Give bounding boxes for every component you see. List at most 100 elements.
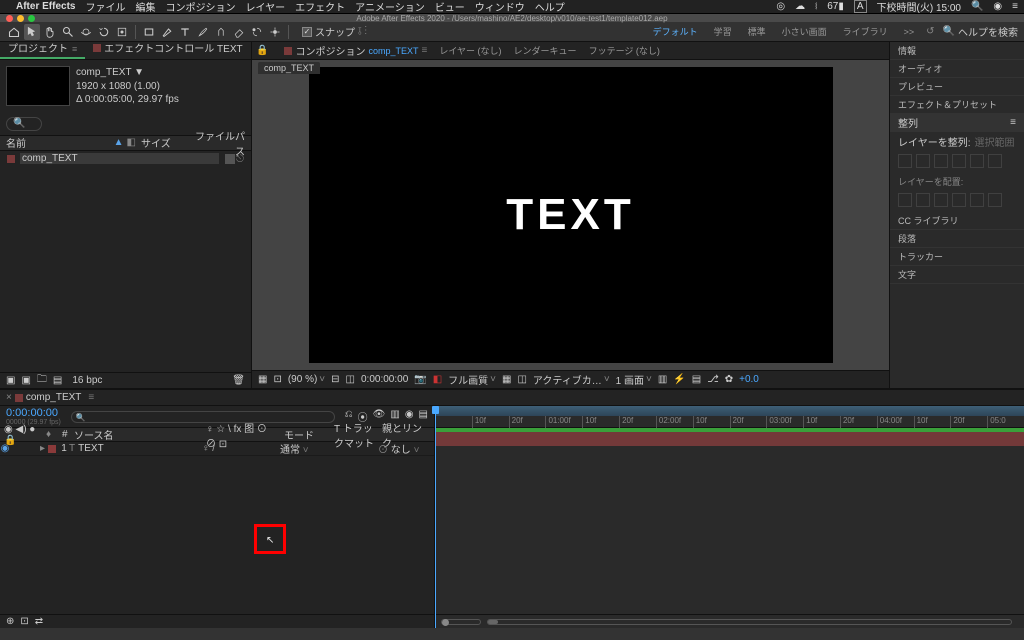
viewer-lock-icon[interactable]: 🔒 <box>256 45 268 56</box>
roi-icon[interactable]: ◫ <box>346 374 355 385</box>
panel-character[interactable]: 文字 <box>890 266 1024 284</box>
dist-hcenter-icon[interactable] <box>970 193 984 207</box>
panel-audio[interactable]: オーディオ <box>890 60 1024 78</box>
project-item-label[interactable] <box>225 154 235 164</box>
layer-bar[interactable] <box>435 432 1024 446</box>
exposure-reset-icon[interactable]: ✿ <box>725 374 733 385</box>
dist-top-icon[interactable] <box>898 193 912 207</box>
transparency-grid-icon[interactable]: ▦ <box>502 374 511 385</box>
workspace-learn[interactable]: 学習 <box>710 23 736 40</box>
menu-effect[interactable]: エフェクト <box>295 0 345 14</box>
composition-canvas[interactable]: TEXT <box>309 67 833 363</box>
notification-center-icon[interactable]: ≡ <box>1012 1 1018 12</box>
dist-right-icon[interactable] <box>988 193 1002 207</box>
snap-checkbox[interactable]: ✓ <box>302 27 312 37</box>
menu-file[interactable]: ファイル <box>85 0 125 14</box>
align-left-icon[interactable] <box>898 154 912 168</box>
current-timecode[interactable]: 0:00:00:00 <box>6 407 61 419</box>
col-label-icon[interactable]: ◧ <box>127 137 136 148</box>
mode-header[interactable]: モード <box>280 427 330 442</box>
project-settings-icon[interactable]: ▤ <box>53 375 62 386</box>
time-navigator[interactable] <box>435 406 1024 416</box>
zoom-dropdown[interactable]: (90 %) <box>288 374 325 385</box>
menu-view[interactable]: ビュー <box>435 0 465 14</box>
timeline-lock-icon[interactable]: × <box>6 392 12 403</box>
exposure-value[interactable]: +0.0 <box>739 374 759 385</box>
effect-controls-tab[interactable]: エフェクトコントロール TEXT <box>85 38 250 59</box>
viewer-tab-layer[interactable]: レイヤー (なし) <box>439 44 501 57</box>
viewer-timecode[interactable]: 0:00:00:00 <box>361 374 408 385</box>
status-input-lang[interactable]: A <box>854 0 867 13</box>
layer-visibility-icon[interactable]: ◉ <box>0 443 10 454</box>
align-bottom-icon[interactable] <box>988 154 1002 168</box>
layer-switches[interactable]: ♀ / <box>202 443 280 454</box>
panel-cclibraries[interactable]: CC ライブラリ <box>890 212 1024 230</box>
align-vcenter-icon[interactable] <box>970 154 984 168</box>
layer-label-swatch[interactable] <box>48 445 56 453</box>
trash-icon[interactable]: 🗑 <box>232 375 245 386</box>
snap-options-icon[interactable]: ⫱ ⋮ <box>358 26 367 37</box>
project-bpc[interactable]: 16 bpc <box>72 375 102 386</box>
magnification-icon[interactable]: ▦ <box>258 374 267 385</box>
viewer-tab-comp[interactable]: コンポジションcomp_TEXT≡ <box>284 43 427 58</box>
viewer-breadcrumb[interactable]: comp_TEXT <box>258 62 320 74</box>
workspace-reset-icon[interactable]: ↺ <box>926 26 934 37</box>
mask-icon[interactable]: ◫ <box>517 374 526 385</box>
app-name[interactable]: After Effects <box>16 1 75 12</box>
new-folder-icon[interactable]: 🗀 <box>37 372 47 389</box>
project-tab[interactable]: プロジェクト≡ <box>0 38 85 59</box>
menu-animation[interactable]: アニメーション <box>355 0 425 14</box>
menu-window[interactable]: ウィンドウ <box>475 0 525 14</box>
traffic-minimize[interactable] <box>17 15 24 22</box>
traffic-close[interactable] <box>6 15 13 22</box>
layer-parent-dropdown[interactable]: ⊙ なし ˅ <box>378 441 434 456</box>
new-comp-icon[interactable]: ▣ <box>21 375 30 386</box>
fast-preview-icon[interactable]: ⚡ <box>673 374 685 385</box>
toggle-inout-icon[interactable]: ⇄ <box>35 616 43 627</box>
workspace-small[interactable]: 小さい画面 <box>778 23 831 40</box>
panel-info[interactable]: 情報 <box>890 42 1024 60</box>
roto-tool[interactable] <box>249 24 265 40</box>
playhead[interactable] <box>435 406 436 628</box>
workspace-library[interactable]: ライブラリ <box>839 23 892 40</box>
workspace-standard[interactable]: 標準 <box>744 23 770 40</box>
dist-left-icon[interactable] <box>952 193 966 207</box>
toggle-switches-icon[interactable]: ⊕ <box>6 616 14 627</box>
layer-name[interactable]: TEXT <box>78 443 202 454</box>
puppet-tool[interactable] <box>267 24 283 40</box>
project-item-row[interactable]: comp_TEXT ⎋ <box>0 151 251 167</box>
col-size[interactable]: サイズ <box>141 135 193 150</box>
viewer-tab-renderqueue[interactable]: レンダーキュー <box>514 44 577 57</box>
help-search-label[interactable]: ヘルプを検索 <box>958 24 1018 39</box>
traffic-zoom[interactable] <box>28 15 35 22</box>
timeline-icon[interactable]: ▤ <box>692 374 701 385</box>
timeline-ruler-area[interactable]: 10f20f01:00f10f20f02:00f10f20f03:00f10f2… <box>435 406 1024 628</box>
source-name-header[interactable]: ソース名 <box>70 427 202 442</box>
dist-vcenter-icon[interactable] <box>916 193 930 207</box>
workspace-more[interactable]: >> <box>900 25 919 39</box>
show-channel-icon[interactable]: ◧ <box>433 374 442 385</box>
timeline-scrollbar[interactable] <box>487 619 1012 625</box>
menu-edit[interactable]: 編集 <box>135 0 155 14</box>
layer-twirl-icon[interactable]: ▸ <box>40 443 45 454</box>
camera-dropdown[interactable]: アクティブカ… <box>533 372 610 387</box>
menu-layer[interactable]: レイヤー <box>245 0 285 14</box>
snapshot-icon[interactable]: 📷 <box>414 374 426 385</box>
time-ruler[interactable]: 10f20f01:00f10f20f02:00f10f20f03:00f10f2… <box>435 416 1024 428</box>
align-target-dropdown[interactable]: 選択範囲 <box>974 134 1014 149</box>
resolution-dropdown[interactable]: フル画質 <box>448 372 496 387</box>
menu-composition[interactable]: コンポジション <box>165 0 235 14</box>
timeline-zoom-slider[interactable] <box>441 619 481 625</box>
interpret-footage-icon[interactable]: ▣ <box>6 375 15 386</box>
align-top-icon[interactable] <box>952 154 966 168</box>
comp-flowchart-icon[interactable]: ⎇ <box>707 374 719 385</box>
workspace-default[interactable]: デフォルト <box>649 23 702 40</box>
align-hcenter-icon[interactable] <box>916 154 930 168</box>
menu-help[interactable]: ヘルプ <box>535 0 565 14</box>
align-right-icon[interactable] <box>934 154 948 168</box>
panel-effects-presets[interactable]: エフェクト＆プリセット <box>890 96 1024 114</box>
resolution-icon[interactable]: ⊟ <box>331 374 339 385</box>
siri-icon[interactable]: ◉ <box>993 1 1002 12</box>
panel-paragraph[interactable]: 段落 <box>890 230 1024 248</box>
panel-preview[interactable]: プレビュー <box>890 78 1024 96</box>
